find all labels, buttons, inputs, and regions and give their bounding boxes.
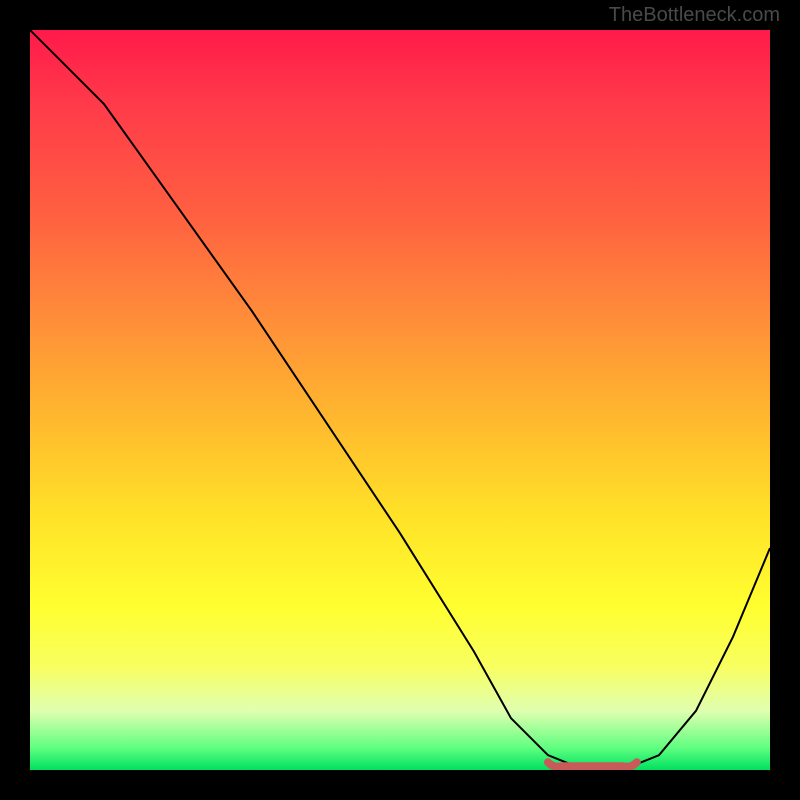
bottleneck-curve [30,30,770,770]
chart-plot-area [30,30,770,770]
watermark-text: TheBottleneck.com [609,4,780,27]
